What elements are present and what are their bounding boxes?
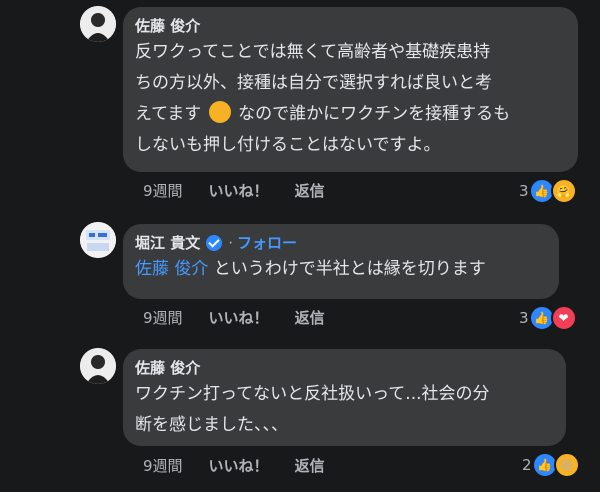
- reply-button[interactable]: 返信: [295, 180, 325, 201]
- timestamp[interactable]: 9週間: [143, 455, 183, 476]
- comment-text: 反ワクってことでは無くて高齢者や基礎疾患持 ちの方以外、接種は自分で選択すれば良…: [135, 37, 566, 161]
- avatar[interactable]: [80, 6, 116, 42]
- mention-link[interactable]: 佐藤 俊介: [135, 259, 208, 279]
- love-reaction-icon: ❤: [550, 305, 577, 331]
- comment-text: ワクチン打ってないと反社扱いって...社会の分 断を感じました、、、: [135, 379, 554, 441]
- comment-bubble: 佐藤 俊介 反ワクってことでは無くて高齢者や基礎疾患持 ちの方以外、接種は自分で…: [123, 7, 578, 172]
- comment-actions: 9週間 いいね！ 返信: [143, 307, 351, 328]
- like-button[interactable]: いいね！: [209, 180, 269, 201]
- separator-dot: ·: [228, 234, 234, 252]
- comment-line: 断を感じました、、、: [135, 415, 288, 435]
- user-photo-icon: [80, 348, 116, 384]
- comment-author[interactable]: 佐藤 俊介: [135, 15, 566, 37]
- comment-author[interactable]: 佐藤 俊介: [135, 357, 554, 379]
- user-photo-icon: [80, 222, 116, 258]
- comment-bubble: 佐藤 俊介 ワクチン打ってないと反社扱いって...社会の分 断を感じました、、、: [123, 349, 566, 446]
- like-button[interactable]: いいね！: [209, 455, 269, 476]
- reaction-count: 2: [522, 456, 532, 474]
- follow-button[interactable]: フォロー: [237, 233, 297, 253]
- avatar[interactable]: [80, 348, 116, 384]
- comment-line: というわけで半社とは縁を切ります: [208, 259, 486, 279]
- comment-author-row: 堀江 貴文 · フォロー: [135, 232, 547, 254]
- reaction-summary[interactable]: 3 👍 🤗: [519, 178, 577, 204]
- reaction-count: 3: [519, 182, 529, 200]
- timestamp[interactable]: 9週間: [143, 307, 183, 328]
- comment-bubble: 堀江 貴文 · フォロー 佐藤 俊介 というわけで半社とは縁を切ります: [123, 224, 559, 299]
- reaction-summary[interactable]: 3 👍 ❤: [519, 305, 577, 331]
- care-reaction-icon: 🤗: [550, 178, 577, 204]
- haha-reaction-icon: 😆: [553, 452, 580, 478]
- avatar[interactable]: [80, 222, 116, 258]
- comment-line-part: なので誰かにワクチンを接種するも: [238, 104, 511, 124]
- reaction-count: 3: [519, 309, 529, 327]
- reaction-summary[interactable]: 2 👍 😆: [522, 452, 580, 478]
- timestamp[interactable]: 9週間: [143, 180, 183, 201]
- sweat-smile-emoji-icon: [208, 101, 231, 123]
- comment-actions: 9週間 いいね！ 返信: [143, 180, 351, 201]
- comment-line: ワクチン打ってないと反社扱いって...社会の分: [135, 384, 490, 404]
- like-button[interactable]: いいね！: [209, 307, 269, 328]
- verified-badge-icon: [206, 235, 223, 251]
- comment-actions: 9週間 いいね！ 返信: [143, 455, 351, 476]
- reply-button[interactable]: 返信: [295, 455, 325, 476]
- comment-line: えてます なので誰かにワクチンを接種するも: [135, 99, 566, 130]
- user-photo-icon: [80, 6, 116, 42]
- reply-button[interactable]: 返信: [295, 307, 325, 328]
- comment-line: 反ワクってことでは無くて高齢者や基礎疾患持: [135, 42, 491, 62]
- comment-line: しないも押し付けることはないですよ。: [135, 135, 441, 155]
- comment-author[interactable]: 堀江 貴文: [135, 233, 200, 253]
- comment-line: ちの方以外、接種は自分で選択すれば良いと考: [135, 73, 492, 93]
- comment-text: 佐藤 俊介 というわけで半社とは縁を切ります: [135, 254, 547, 285]
- comment-line-part: えてます: [135, 104, 202, 124]
